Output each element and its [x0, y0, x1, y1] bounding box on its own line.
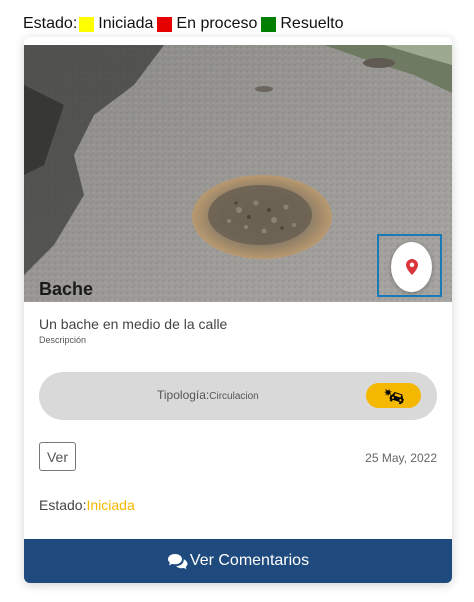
legend-label-en-proceso: En proceso [176, 15, 258, 32]
tipologia-pill: Tipología:Circulacion [39, 372, 437, 420]
view-comments-button[interactable]: Ver Comentarios [24, 539, 452, 583]
incident-description: Un bache en medio de la calle [39, 316, 228, 332]
comments-icon [167, 553, 188, 569]
legend-item-iniciada: Iniciada [77, 15, 153, 33]
map-button[interactable] [391, 242, 432, 292]
view-comments-label: Ver Comentarios [189, 552, 310, 569]
status-legend: Estado: Iniciada En proceso Resuelto [23, 14, 346, 34]
legend-item-en-proceso: En proceso [155, 15, 257, 33]
legend-swatch-green [261, 16, 277, 32]
incident-card: Bache Un bache en medio de la calle Desc… [24, 37, 452, 583]
map-button-highlight [377, 234, 442, 297]
incident-date: 25 May, 2022 [365, 451, 437, 465]
legend-swatch-yellow [79, 16, 95, 32]
incident-title: Bache [39, 279, 94, 299]
legend-prefix: Estado: [23, 15, 78, 32]
status-value: Iniciada [86, 497, 135, 513]
map-pin-icon [405, 259, 418, 275]
legend-item-resuelto: Resuelto [259, 15, 344, 33]
tipologia-value: Circulacion [209, 391, 259, 402]
tipologia-text: Tipología:Circulacion [157, 388, 259, 402]
tipologia-badge [366, 383, 421, 408]
car-crash-icon [383, 388, 404, 404]
legend-swatch-red [157, 16, 173, 32]
view-button[interactable]: Ver [39, 442, 76, 471]
legend-label-iniciada: Iniciada [98, 15, 154, 32]
status-label: Estado: [39, 497, 87, 513]
legend-label-resuelto: Resuelto [280, 15, 344, 32]
description-label: Descripción [39, 335, 87, 345]
tipologia-label: Tipología: [157, 388, 210, 402]
incident-status: Estado:Iniciada [39, 497, 135, 513]
